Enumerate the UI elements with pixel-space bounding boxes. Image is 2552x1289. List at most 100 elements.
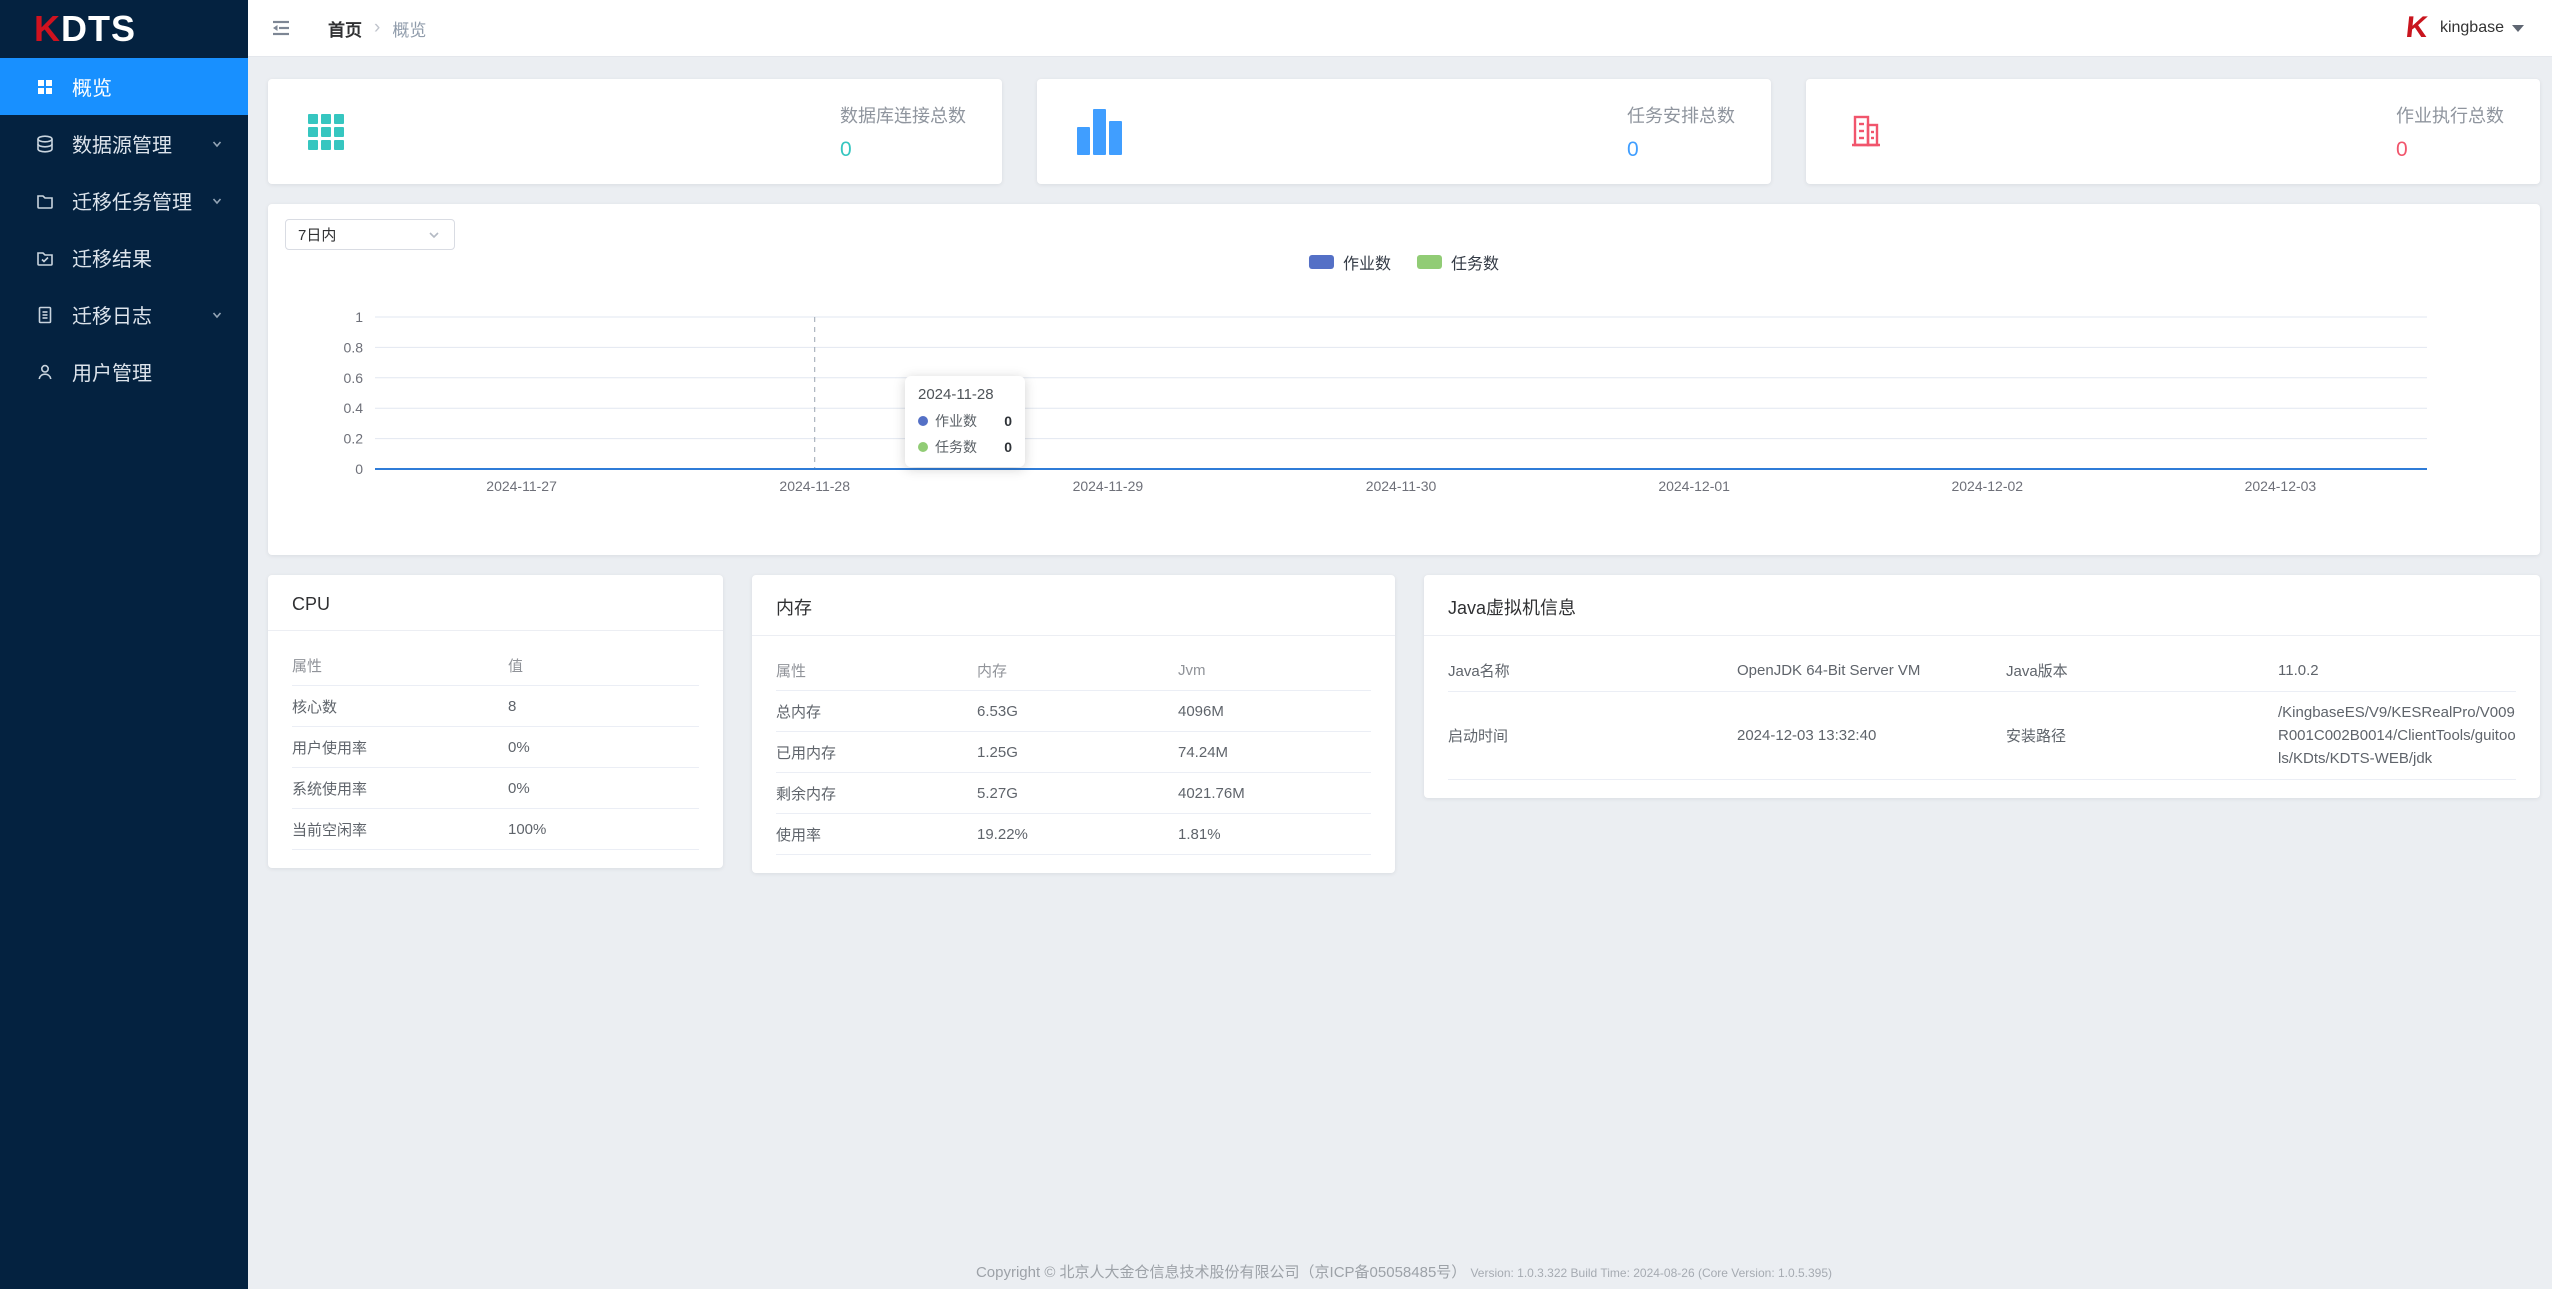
table-row: 当前空闲率 100%	[292, 809, 699, 850]
svg-text:0: 0	[355, 461, 363, 477]
database-icon	[34, 133, 56, 155]
system-panels-row: CPU 属性 值 核心数 8 用户使用率 0%	[268, 575, 2540, 873]
stat-card-task-schedules: 任务安排总数 0	[1037, 79, 1771, 184]
page-footer: Copyright © 北京人大金仓信息技术股份有限公司（京ICP备050584…	[268, 1251, 2540, 1289]
sidebar-item-datasource[interactable]: 数据源管理	[0, 115, 248, 172]
legend-item-jobs[interactable]: 作业数	[1309, 250, 1391, 274]
cpu-panel: CPU 属性 值 核心数 8 用户使用率 0%	[268, 575, 723, 868]
grid-3x3-icon	[308, 114, 344, 150]
svg-text:2024-12-01: 2024-12-01	[1658, 478, 1730, 494]
chevron-down-icon	[210, 137, 224, 151]
folder-check-icon	[34, 247, 56, 269]
top-header: 首页 › 概览 K kingbase	[248, 0, 2552, 57]
table-row: 已用内存 1.25G 74.24M	[776, 732, 1371, 773]
logo-text: DTS	[61, 8, 136, 50]
stat-label: 任务安排总数	[1627, 102, 1735, 128]
svg-text:2024-12-02: 2024-12-02	[1951, 478, 2023, 494]
stat-value: 0	[840, 138, 852, 162]
copyright-text: Copyright © 北京人大金仓信息技术股份有限公司（京ICP备050584…	[976, 1264, 1466, 1281]
sidebar-item-label: 概览	[72, 72, 112, 101]
date-range-value: 7日内	[298, 224, 336, 245]
table-row: 系统使用率 0%	[292, 768, 699, 809]
sidebar-menu: 概览 数据源管理 迁移任务管理	[0, 58, 248, 400]
svg-text:0.2: 0.2	[344, 431, 364, 447]
sidebar-item-migration-tasks[interactable]: 迁移任务管理	[0, 172, 248, 229]
sidebar-item-label: 迁移任务管理	[72, 186, 192, 215]
legend-label: 任务数	[1451, 250, 1499, 274]
logo-k: K	[34, 8, 61, 50]
svg-text:2024-11-28: 2024-11-28	[779, 478, 850, 494]
chevron-down-icon	[426, 227, 442, 243]
legend-label: 作业数	[1343, 250, 1391, 274]
stat-label: 数据库连接总数	[840, 102, 966, 128]
jvm-panel: Java虚拟机信息 Java名称 OpenJDK 64-Bit Server V…	[1424, 575, 2540, 798]
svg-text:2024-11-29: 2024-11-29	[1073, 478, 1144, 494]
jvm-table: Java名称 OpenJDK 64-Bit Server VM Java版本 1…	[1424, 636, 2540, 798]
stat-card-db-connections: 数据库连接总数 0	[268, 79, 1002, 184]
legend-swatch-jobs	[1309, 255, 1334, 269]
series-dot-icon	[918, 416, 928, 426]
svg-text:2024-11-27: 2024-11-27	[486, 478, 557, 494]
sidebar-item-label: 迁移结果	[72, 243, 152, 272]
series-dot-icon	[918, 442, 928, 452]
svg-text:1: 1	[355, 309, 363, 325]
panel-title: CPU	[268, 575, 723, 631]
sidebar-item-migration-results[interactable]: 迁移结果	[0, 229, 248, 286]
app-root: KDTS 概览 数据源管理	[0, 0, 2552, 1289]
table-row: 用户使用率 0%	[292, 727, 699, 768]
table-header-row: 属性 内存 Jvm	[776, 650, 1371, 691]
stat-label: 作业执行总数	[2396, 102, 2504, 128]
table-row: 总内存 6.53G 4096M	[776, 691, 1371, 732]
legend-item-tasks[interactable]: 任务数	[1417, 250, 1499, 274]
sidebar: KDTS 概览 数据源管理	[0, 0, 248, 1289]
panel-title: 内存	[752, 575, 1395, 636]
table-row: 启动时间 2024-12-03 13:32:40 安装路径 /KingbaseE…	[1448, 692, 2516, 780]
breadcrumb-separator-icon: ›	[374, 17, 380, 39]
user-menu[interactable]: K kingbase	[2406, 13, 2524, 43]
sidebar-item-overview[interactable]: 概览	[0, 58, 248, 115]
sidebar-item-migration-logs[interactable]: 迁移日志	[0, 286, 248, 343]
svg-text:0.8: 0.8	[344, 339, 364, 355]
document-icon	[34, 304, 56, 326]
cpu-table: 属性 值 核心数 8 用户使用率 0% 系统使用率	[268, 631, 723, 868]
user-name: kingbase	[2440, 19, 2504, 37]
breadcrumb-home[interactable]: 首页	[328, 16, 362, 41]
main-area: 首页 › 概览 K kingbase 数据库连接总数 0	[248, 0, 2552, 1289]
memory-table: 属性 内存 Jvm 总内存 6.53G 4096M 已用内存 1.25G	[752, 636, 1395, 873]
breadcrumb: 首页 › 概览	[328, 16, 426, 41]
panel-title: Java虚拟机信息	[1424, 575, 2540, 636]
date-range-select[interactable]: 7日内	[285, 219, 455, 250]
table-row: 使用率 19.22% 1.81%	[776, 814, 1371, 855]
stat-value: 0	[2396, 138, 2408, 162]
svg-text:0.4: 0.4	[344, 400, 364, 416]
table-row: Java名称 OpenJDK 64-Bit Server VM Java版本 1…	[1448, 650, 2516, 692]
svg-text:2024-11-30: 2024-11-30	[1366, 478, 1437, 494]
user-icon	[34, 361, 56, 383]
sidebar-item-user-management[interactable]: 用户管理	[0, 343, 248, 400]
caret-down-icon	[2512, 25, 2524, 32]
svg-text:0.6: 0.6	[344, 370, 364, 386]
page-content: 数据库连接总数 0 任务安排总数 0 作业执行总数	[248, 57, 2552, 1289]
chart-tooltip: 2024-11-28 作业数 0 任务数 0	[905, 376, 1025, 467]
breadcrumb-current: 概览	[392, 16, 426, 41]
tooltip-row: 作业数 0	[918, 411, 1012, 431]
memory-panel: 内存 属性 内存 Jvm 总内存 6.53G 4096M	[752, 575, 1395, 873]
dashboard-grid-icon	[34, 76, 56, 98]
sidebar-collapse-icon[interactable]	[268, 15, 294, 41]
table-row: 核心数 8	[292, 686, 699, 727]
bar-chart-icon	[1077, 109, 1122, 155]
table-row: 剩余内存 5.27G 4021.76M	[776, 773, 1371, 814]
sidebar-item-label: 迁移日志	[72, 300, 152, 329]
kingbase-logo-icon: K	[2405, 13, 2430, 43]
sidebar-item-label: 用户管理	[72, 357, 152, 386]
chevron-down-icon	[210, 308, 224, 322]
svg-text:2024-12-03: 2024-12-03	[2245, 478, 2317, 494]
stat-card-job-executions: 作业执行总数 0	[1806, 79, 2540, 184]
chevron-down-icon	[210, 194, 224, 208]
legend-swatch-tasks	[1417, 255, 1442, 269]
tooltip-date: 2024-11-28	[918, 386, 1012, 403]
table-header-row: 属性 值	[292, 645, 699, 686]
folder-icon	[34, 190, 56, 212]
chart-legend: 作业数 任务数	[1309, 250, 1499, 274]
jobs-tasks-chart-card: 00.20.40.60.812024-11-272024-11-282024-1…	[268, 204, 2540, 555]
